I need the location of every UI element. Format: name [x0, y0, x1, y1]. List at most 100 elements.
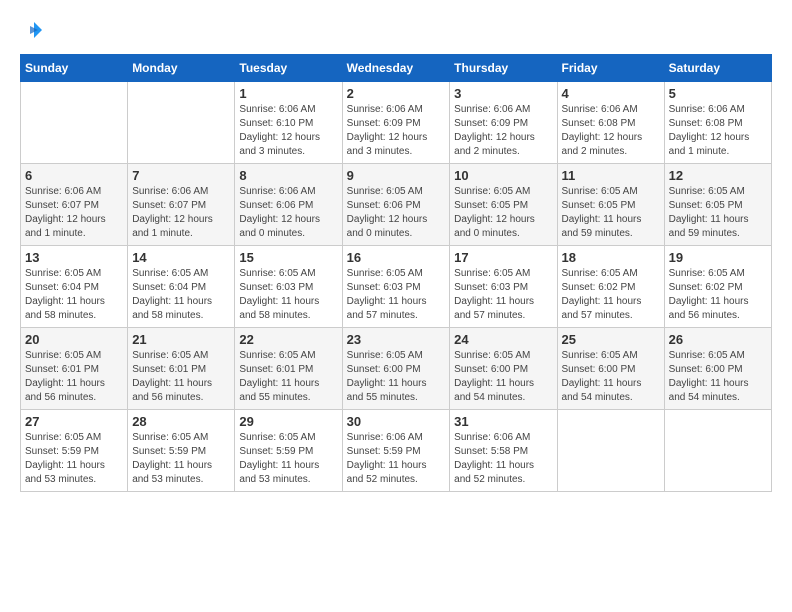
day-info: Sunrise: 6:05 AMSunset: 6:01 PMDaylight:… [239, 349, 337, 405]
day-info: Sunrise: 6:05 AMSunset: 6:03 PMDaylight:… [454, 267, 552, 323]
calendar-table: SundayMondayTuesdayWednesdayThursdayFrid… [20, 54, 772, 492]
day-info: Sunrise: 6:05 AMSunset: 5:59 PMDaylight:… [25, 431, 123, 487]
weekday-header-saturday: Saturday [664, 55, 771, 82]
calendar-week-row: 13 Sunrise: 6:05 AMSunset: 6:04 PMDayligh… [21, 246, 772, 328]
day-number: 31 [454, 414, 552, 429]
day-number: 11 [562, 168, 660, 183]
calendar-cell: 13 Sunrise: 6:05 AMSunset: 6:04 PMDayligh… [21, 246, 128, 328]
calendar-cell: 8 Sunrise: 6:06 AMSunset: 6:06 PMDaylight… [235, 164, 342, 246]
calendar-cell: 5 Sunrise: 6:06 AMSunset: 6:08 PMDaylight… [664, 82, 771, 164]
calendar-cell: 7 Sunrise: 6:06 AMSunset: 6:07 PMDaylight… [128, 164, 235, 246]
calendar-week-row: 6 Sunrise: 6:06 AMSunset: 6:07 PMDaylight… [21, 164, 772, 246]
day-info: Sunrise: 6:05 AMSunset: 6:03 PMDaylight:… [347, 267, 446, 323]
calendar-cell: 15 Sunrise: 6:05 AMSunset: 6:03 PMDayligh… [235, 246, 342, 328]
calendar-cell: 3 Sunrise: 6:06 AMSunset: 6:09 PMDaylight… [450, 82, 557, 164]
calendar-cell: 9Sunrise: 6:05 AMSunset: 6:06 PMDaylight… [342, 164, 450, 246]
day-number: 19 [669, 250, 767, 265]
calendar-cell: 11Sunrise: 6:05 AMSunset: 6:05 PMDayligh… [557, 164, 664, 246]
calendar-cell [21, 82, 128, 164]
calendar-week-row: 20 Sunrise: 6:05 AMSunset: 6:01 PMDayligh… [21, 328, 772, 410]
day-number: 17 [454, 250, 552, 265]
calendar-cell: 4 Sunrise: 6:06 AMSunset: 6:08 PMDaylight… [557, 82, 664, 164]
calendar-cell: 10Sunrise: 6:05 AMSunset: 6:05 PMDayligh… [450, 164, 557, 246]
day-number: 23 [347, 332, 446, 347]
day-number: 30 [347, 414, 446, 429]
day-number: 29 [239, 414, 337, 429]
day-info: Sunrise: 6:05 AMSunset: 6:03 PMDaylight:… [239, 267, 337, 323]
day-number: 15 [239, 250, 337, 265]
calendar-cell: 27 Sunrise: 6:05 AMSunset: 5:59 PMDayligh… [21, 410, 128, 492]
calendar-cell: 31 Sunrise: 6:06 AMSunset: 5:58 PMDayligh… [450, 410, 557, 492]
day-info: Sunrise: 6:06 AMSunset: 6:08 PMDaylight:… [669, 103, 767, 159]
calendar-cell: 20 Sunrise: 6:05 AMSunset: 6:01 PMDayligh… [21, 328, 128, 410]
day-number: 2 [347, 86, 446, 101]
day-info: Sunrise: 6:06 AMSunset: 5:59 PMDaylight:… [347, 431, 446, 487]
calendar-cell: 30 Sunrise: 6:06 AMSunset: 5:59 PMDayligh… [342, 410, 450, 492]
day-info: Sunrise: 6:05 AMSunset: 6:05 PMDaylight:… [454, 185, 552, 241]
day-info: Sunrise: 6:06 AMSunset: 6:07 PMDaylight:… [25, 185, 123, 241]
day-info: Sunrise: 6:05 AMSunset: 6:01 PMDaylight:… [25, 349, 123, 405]
day-number: 24 [454, 332, 552, 347]
calendar-cell [557, 410, 664, 492]
page-header [20, 20, 772, 44]
day-number: 22 [239, 332, 337, 347]
weekday-header-wednesday: Wednesday [342, 55, 450, 82]
weekday-header-thursday: Thursday [450, 55, 557, 82]
calendar-cell: 14 Sunrise: 6:05 AMSunset: 6:04 PMDayligh… [128, 246, 235, 328]
day-info: Sunrise: 6:05 AMSunset: 6:04 PMDaylight:… [25, 267, 123, 323]
day-number: 25 [562, 332, 660, 347]
day-number: 5 [669, 86, 767, 101]
day-info: Sunrise: 6:06 AMSunset: 6:10 PMDaylight:… [239, 103, 337, 159]
day-info: Sunrise: 6:06 AMSunset: 6:08 PMDaylight:… [562, 103, 660, 159]
day-number: 13 [25, 250, 123, 265]
logo [20, 20, 48, 44]
day-info: Sunrise: 6:06 AMSunset: 6:09 PMDaylight:… [454, 103, 552, 159]
calendar-cell: 21Sunrise: 6:05 AMSunset: 6:01 PMDayligh… [128, 328, 235, 410]
weekday-header-sunday: Sunday [21, 55, 128, 82]
day-info: Sunrise: 6:05 AMSunset: 6:02 PMDaylight:… [669, 267, 767, 323]
calendar-cell: 17 Sunrise: 6:05 AMSunset: 6:03 PMDayligh… [450, 246, 557, 328]
day-info: Sunrise: 6:05 AMSunset: 6:00 PMDaylight:… [562, 349, 660, 405]
logo-icon [20, 20, 44, 44]
calendar-week-row: 1 Sunrise: 6:06 AMSunset: 6:10 PMDaylight… [21, 82, 772, 164]
calendar-cell: 26Sunrise: 6:05 AMSunset: 6:00 PMDayligh… [664, 328, 771, 410]
calendar-cell: 2 Sunrise: 6:06 AMSunset: 6:09 PMDaylight… [342, 82, 450, 164]
day-number: 1 [239, 86, 337, 101]
day-number: 12 [669, 168, 767, 183]
day-info: Sunrise: 6:06 AMSunset: 6:07 PMDaylight:… [132, 185, 230, 241]
day-number: 20 [25, 332, 123, 347]
day-info: Sunrise: 6:05 AMSunset: 6:00 PMDaylight:… [347, 349, 446, 405]
day-info: Sunrise: 6:05 AMSunset: 6:04 PMDaylight:… [132, 267, 230, 323]
weekday-header-row: SundayMondayTuesdayWednesdayThursdayFrid… [21, 55, 772, 82]
calendar-cell [664, 410, 771, 492]
day-number: 16 [347, 250, 446, 265]
day-info: Sunrise: 6:05 AMSunset: 6:00 PMDaylight:… [454, 349, 552, 405]
day-info: Sunrise: 6:05 AMSunset: 6:02 PMDaylight:… [562, 267, 660, 323]
day-number: 9 [347, 168, 446, 183]
calendar-cell [128, 82, 235, 164]
day-number: 14 [132, 250, 230, 265]
calendar-body: 1 Sunrise: 6:06 AMSunset: 6:10 PMDaylight… [21, 82, 772, 492]
calendar-cell: 1 Sunrise: 6:06 AMSunset: 6:10 PMDaylight… [235, 82, 342, 164]
day-number: 21 [132, 332, 230, 347]
day-number: 7 [132, 168, 230, 183]
day-number: 3 [454, 86, 552, 101]
weekday-header-friday: Friday [557, 55, 664, 82]
calendar-cell: 12Sunrise: 6:05 AMSunset: 6:05 PMDayligh… [664, 164, 771, 246]
day-info: Sunrise: 6:06 AMSunset: 5:58 PMDaylight:… [454, 431, 552, 487]
day-number: 4 [562, 86, 660, 101]
day-info: Sunrise: 6:05 AMSunset: 6:00 PMDaylight:… [669, 349, 767, 405]
weekday-header-tuesday: Tuesday [235, 55, 342, 82]
day-number: 18 [562, 250, 660, 265]
day-number: 6 [25, 168, 123, 183]
calendar-cell: 25 Sunrise: 6:05 AMSunset: 6:00 PMDayligh… [557, 328, 664, 410]
day-info: Sunrise: 6:06 AMSunset: 6:09 PMDaylight:… [347, 103, 446, 159]
calendar-cell: 28Sunrise: 6:05 AMSunset: 5:59 PMDayligh… [128, 410, 235, 492]
day-info: Sunrise: 6:06 AMSunset: 6:06 PMDaylight:… [239, 185, 337, 241]
calendar-cell: 22 Sunrise: 6:05 AMSunset: 6:01 PMDayligh… [235, 328, 342, 410]
day-number: 8 [239, 168, 337, 183]
calendar-cell: 23 Sunrise: 6:05 AMSunset: 6:00 PMDayligh… [342, 328, 450, 410]
calendar-week-row: 27 Sunrise: 6:05 AMSunset: 5:59 PMDayligh… [21, 410, 772, 492]
day-number: 27 [25, 414, 123, 429]
day-info: Sunrise: 6:05 AMSunset: 5:59 PMDaylight:… [239, 431, 337, 487]
